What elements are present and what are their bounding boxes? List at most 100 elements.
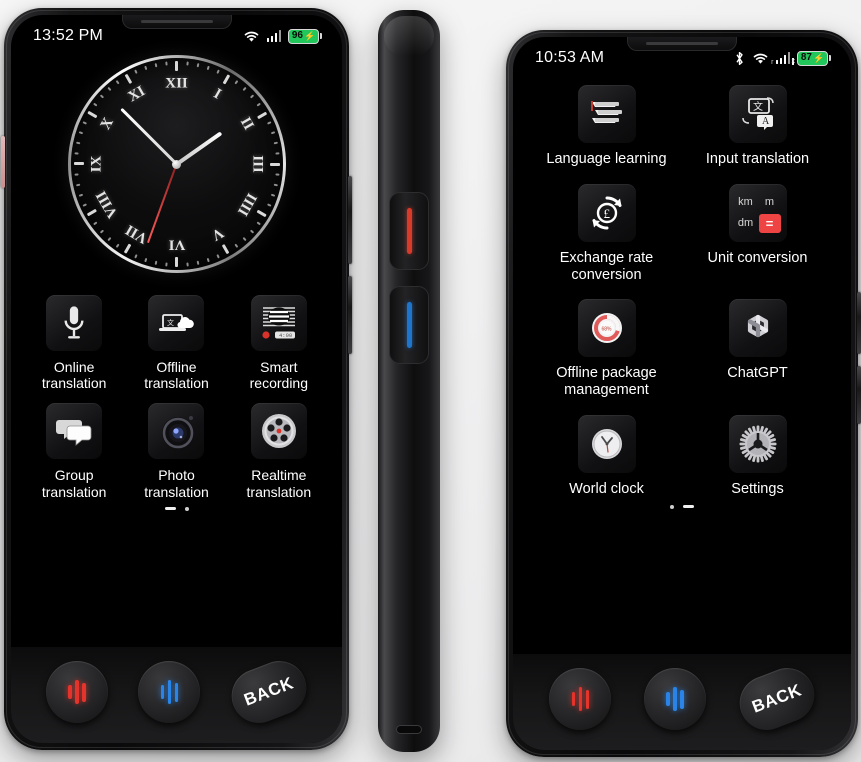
clock-numeral: VIII	[92, 187, 121, 221]
waveform-icon	[68, 679, 86, 705]
phone-side-view	[378, 10, 440, 752]
phone-front-view-page-2: 10:53 AM r x 87 ⚡ Language learning 文 A …	[506, 30, 861, 757]
unit-cell-km: km	[738, 196, 753, 209]
clock-face: I II III IIII V VI VII VIII IX X XI XII	[70, 58, 283, 270]
wifi-icon: r	[752, 52, 774, 66]
phone-left-screen: 13:52 PM 96 ⚡ I II III IIII V VI VII VII…	[11, 15, 342, 743]
svg-text:A: A	[762, 116, 770, 127]
app-settings[interactable]: Settings	[682, 415, 833, 498]
right-side-button-upper[interactable]	[348, 176, 352, 264]
signal-badge: x	[791, 58, 795, 65]
app-online-translation[interactable]: Online translation	[23, 295, 125, 391]
app-world-clock[interactable]: World clock	[531, 415, 682, 498]
clock-second-hand	[147, 163, 178, 244]
right-side-button-upper[interactable]	[857, 292, 861, 354]
red-voice-button[interactable]	[549, 668, 612, 730]
battery-percent: 87	[800, 52, 812, 63]
page-dot-active	[683, 505, 694, 509]
app-label: Group translation	[41, 467, 107, 500]
app-group-translation[interactable]: Group translation	[23, 403, 125, 500]
back-button[interactable]: BACK	[223, 653, 314, 731]
camera-lens-icon	[148, 403, 205, 460]
page-dot	[184, 506, 189, 511]
earpiece-notch	[121, 15, 232, 29]
waveform-icon	[571, 686, 590, 712]
clock-numeral: I	[210, 85, 224, 103]
app-photo-translation[interactable]: Photo translation	[125, 403, 227, 500]
package-ring-icon: 68%	[577, 299, 636, 358]
clock-numeral: V	[208, 224, 226, 244]
app-grid-page-2: Language learning 文 A Input translation …	[513, 85, 851, 498]
unit-cell-dm: dm	[737, 217, 754, 230]
clock-numeral: X	[97, 115, 117, 133]
back-button-label: BACK	[241, 673, 297, 710]
app-offline-package-management[interactable]: 68% Offline package management	[531, 299, 682, 399]
status-icons: 96 ⚡	[243, 28, 322, 44]
microphone-icon	[46, 295, 103, 351]
app-exchange-rate-conversion[interactable]: £ Exchange rate conversion	[531, 183, 682, 284]
app-chatgpt[interactable]: ChatGPT	[682, 299, 833, 399]
side-chassis	[378, 10, 440, 752]
svg-text:68%: 68%	[601, 327, 612, 333]
unit-cell-equals: =	[758, 213, 781, 233]
svg-text:文: 文	[167, 318, 174, 327]
right-side-button-lower[interactable]	[348, 276, 352, 354]
app-label: World clock	[569, 481, 644, 498]
battery-icon: 87 ⚡	[797, 50, 831, 66]
analog-clock-widget[interactable]: I II III IIII V VI VII VIII IX X XI XII	[67, 55, 286, 273]
unit-cell-m: m	[764, 196, 775, 209]
app-label: ChatGPT	[727, 365, 788, 382]
world-clock-icon	[577, 415, 636, 474]
wifi-badge: r	[771, 58, 774, 66]
app-label: Realtime translation	[246, 467, 312, 500]
side-button-blue[interactable]	[389, 286, 429, 364]
app-smart-recording[interactable]: 4:00 Smart recording	[228, 295, 330, 391]
unit-grid-icon: km m dm =	[728, 183, 787, 242]
chatgpt-icon	[728, 299, 787, 358]
page-dot	[670, 504, 674, 509]
app-label: Language learning	[546, 151, 667, 167]
back-button[interactable]: BACK	[731, 660, 822, 738]
blue-voice-button[interactable]	[643, 668, 706, 730]
phone-right-screen: 10:53 AM r x 87 ⚡ Language learning 文 A …	[513, 37, 851, 750]
app-label: Smart recording	[249, 359, 309, 392]
clock-minute-hand	[120, 107, 178, 166]
app-label: Offline translation	[144, 359, 209, 392]
app-offline-translation[interactable]: 文 Offline translation	[125, 295, 227, 391]
status-icons: r x 87 ⚡	[734, 50, 831, 66]
usb-c-port	[396, 725, 422, 734]
left-side-button[interactable]	[1, 136, 5, 188]
page-dot-active	[164, 507, 176, 511]
mic-array-icon	[250, 403, 307, 460]
back-button-label: BACK	[749, 680, 804, 717]
wifi-icon	[243, 30, 260, 43]
app-label: Settings	[731, 481, 784, 498]
app-label: Input translation	[705, 151, 810, 167]
voice-recorder-icon: 4:00	[250, 295, 307, 351]
app-label: Offline package management	[556, 365, 657, 399]
clock-numeral: IX	[88, 155, 104, 173]
app-label: Exchange rate conversion	[559, 249, 654, 283]
page-indicator-right[interactable]	[513, 504, 851, 509]
hardware-button-bar-right: BACK	[513, 654, 851, 750]
status-time: 13:52 PM	[33, 27, 104, 44]
battery-icon: 96 ⚡	[288, 28, 322, 44]
product-shot-stage: 13:52 PM 96 ⚡ I II III IIII V VI VII VII…	[0, 0, 861, 762]
earpiece-notch	[627, 37, 737, 51]
clock-numeral: VI	[168, 236, 185, 253]
right-side-button-lower[interactable]	[857, 366, 861, 424]
app-label: Unit conversion	[707, 249, 808, 266]
app-unit-conversion[interactable]: km m dm = Unit conversion	[682, 183, 833, 284]
app-language-learning[interactable]: Language learning	[531, 85, 682, 168]
red-voice-button[interactable]	[46, 661, 109, 723]
signal-icon	[266, 30, 281, 42]
blue-voice-button[interactable]	[138, 661, 201, 723]
page-indicator-left[interactable]	[11, 506, 342, 511]
clock-hour-hand	[175, 131, 222, 166]
charging-bolt-icon: ⚡	[812, 52, 825, 63]
currency-exchange-icon: £	[577, 183, 636, 242]
app-realtime-translation[interactable]: Realtime translation	[228, 403, 330, 500]
side-button-red[interactable]	[389, 192, 429, 270]
hardware-button-bar-left: BACK	[11, 647, 342, 743]
app-input-translation[interactable]: 文 A Input translation	[682, 85, 833, 168]
